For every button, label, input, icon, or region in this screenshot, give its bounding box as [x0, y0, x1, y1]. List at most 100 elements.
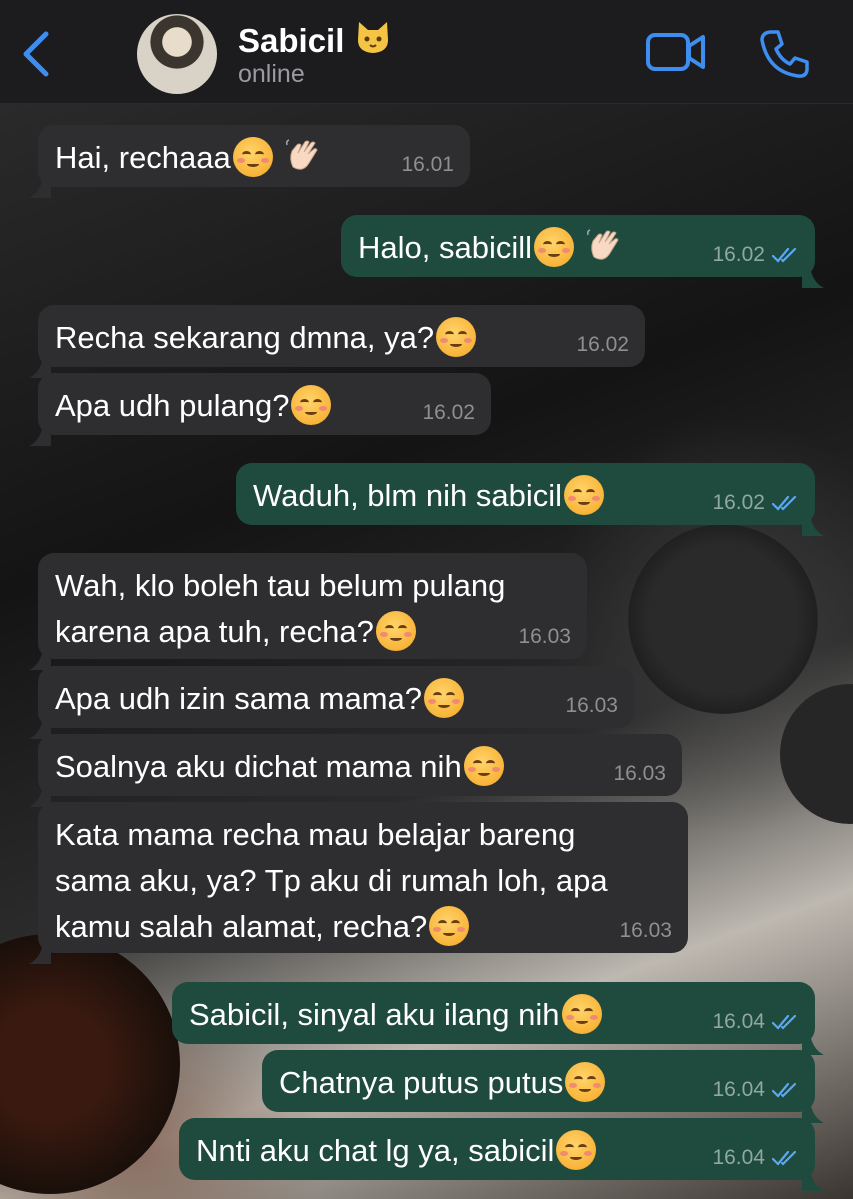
smiling-face-emoji: [561, 993, 602, 1034]
background-wallpaper-plate: [0, 934, 180, 1194]
cat-face-emoji: [357, 22, 388, 53]
timestamp-text: 16.01: [401, 153, 454, 176]
outgoing-message-bubble[interactable]: Chatnya putus putus 16.04: [262, 1050, 824, 1123]
timestamp-text: 16.04: [712, 1010, 765, 1033]
message-text: Wah, klo boleh tau belum pulang: [55, 568, 506, 603]
message-text: Kata mama recha mau belajar bareng: [55, 817, 576, 852]
message-timestamp: 16.04: [712, 1010, 799, 1034]
incoming-message-bubble[interactable]: Wah, klo boleh tau belum pulang karena ap…: [29, 553, 587, 670]
smiling-face-emoji: [375, 610, 416, 651]
message-text-line: Kata mama recha mau belajar bareng: [55, 812, 671, 858]
waving-hand-emoji: [587, 229, 619, 260]
double-check-icon: [771, 1151, 797, 1167]
message-text-line: Soalnya aku dichat mama nih: [55, 744, 665, 790]
message-text: Apa udh izin sama mama?: [55, 681, 423, 716]
timestamp-text: 16.04: [712, 1078, 765, 1101]
timestamp-text: 16.03: [619, 919, 672, 942]
message-text: Hai, rechaaa: [55, 140, 231, 175]
bubble-tail: [29, 345, 51, 378]
incoming-message-bubble[interactable]: Hai, rechaaa 16.01: [29, 125, 470, 198]
message-text: karena apa tuh, recha?: [55, 614, 374, 649]
timestamp-text: 16.03: [565, 694, 618, 717]
bubble-tail: [29, 637, 51, 670]
bubble-tail: [29, 413, 51, 446]
message-text: Soalnya aku dichat mama nih: [55, 749, 462, 784]
video-camera-icon[interactable]: [645, 30, 707, 74]
outgoing-message-bubble[interactable]: Waduh, blm nih sabicil 16.02: [236, 463, 824, 536]
message-timestamp: 16.04: [712, 1078, 799, 1102]
bubble-tail: [29, 931, 51, 964]
message-timestamp: 16.04: [712, 1146, 799, 1170]
message-timestamp: 16.03: [518, 625, 571, 649]
incoming-message-bubble[interactable]: Apa udh pulang? 16.02: [29, 373, 491, 446]
phone-icon[interactable]: [758, 28, 810, 80]
incoming-message-bubble[interactable]: Kata mama recha mau belajar bareng sama a…: [29, 802, 688, 964]
background-wallpaper-knob: [780, 684, 853, 824]
message-text-line: sama aku, ya? Tp aku di rumah loh, apa: [55, 858, 671, 904]
message-text: Nnti aku chat lg ya, sabicil: [196, 1133, 555, 1168]
outgoing-message-bubble[interactable]: Halo, sabicill 16.02: [341, 215, 824, 288]
timestamp-text: 16.03: [518, 625, 571, 648]
timestamp-text: 16.02: [422, 401, 475, 424]
message-timestamp: 16.02: [576, 333, 629, 357]
smiling-face-emoji: [429, 905, 470, 946]
waving-hand-emoji: [285, 139, 318, 170]
message-text: Waduh, blm nih sabicil: [253, 478, 562, 513]
message-text-line: Hai, rechaaa: [55, 135, 453, 181]
smiling-face-emoji: [291, 384, 332, 425]
bubble-tail: [802, 503, 824, 536]
smiling-face-emoji: [565, 1061, 606, 1102]
incoming-message-bubble[interactable]: Apa udh izin sama mama? 16.03: [29, 666, 634, 739]
incoming-message-bubble[interactable]: Soalnya aku dichat mama nih 16.03: [29, 734, 682, 807]
smiling-face-emoji: [463, 745, 504, 786]
message-text: Apa udh pulang?: [55, 388, 290, 423]
message-timestamp: 16.02: [422, 401, 475, 425]
double-check-icon: [771, 496, 797, 512]
message-text: kamu salah alamat, recha?: [55, 909, 428, 944]
smiling-face-emoji: [556, 1129, 597, 1170]
outgoing-message-bubble[interactable]: Nnti aku chat lg ya, sabicil 16.04: [179, 1118, 824, 1191]
message-text-line: Sabicil, sinyal aku ilang nih: [189, 992, 798, 1038]
incoming-message-bubble[interactable]: Recha sekarang dmna, ya? 16.02: [29, 305, 645, 378]
bubble-tail: [802, 1022, 824, 1055]
smiling-face-emoji: [424, 677, 465, 718]
timestamp-text: 16.02: [576, 333, 629, 356]
background-wallpaper: [628, 524, 818, 714]
bubble-tail: [29, 165, 51, 198]
timestamp-text: 16.03: [613, 762, 666, 785]
message-timestamp: 16.03: [565, 694, 618, 718]
message-timestamp: 16.03: [619, 919, 672, 943]
message-timestamp: 16.02: [712, 243, 799, 267]
avatar[interactable]: [137, 14, 217, 94]
bubble-tail: [802, 1158, 824, 1191]
outgoing-message-bubble[interactable]: Sabicil, sinyal aku ilang nih 16.04: [172, 982, 824, 1055]
chevron-left-icon[interactable]: [16, 28, 56, 80]
timestamp-text: 16.02: [712, 243, 765, 266]
message-text: sama aku, ya? Tp aku di rumah loh, apa: [55, 863, 608, 898]
message-text-line: karena apa tuh, recha?: [55, 609, 570, 655]
message-text-line: Apa udh izin sama mama?: [55, 676, 617, 722]
double-check-icon: [771, 1083, 797, 1099]
message-text: Halo, sabicill: [358, 230, 533, 265]
smiling-face-emoji: [534, 226, 575, 267]
message-text: Chatnya putus putus: [279, 1065, 564, 1100]
chat-header: Sabicil online: [0, 0, 853, 104]
message-text: Sabicil, sinyal aku ilang nih: [189, 997, 560, 1032]
message-text-line: Recha sekarang dmna, ya?: [55, 315, 628, 361]
smiling-face-emoji: [436, 316, 477, 357]
smiling-face-emoji: [564, 474, 604, 515]
bubble-tail: [29, 706, 51, 739]
message-text-line: Wah, klo boleh tau belum pulang: [55, 563, 570, 609]
bubble-tail: [802, 255, 824, 288]
double-check-icon: [771, 1015, 797, 1031]
message-text-line: Nnti aku chat lg ya, sabicil: [196, 1128, 798, 1174]
message-text: Recha sekarang dmna, ya?: [55, 320, 435, 355]
message-timestamp: 16.02: [712, 491, 799, 515]
double-check-icon: [771, 248, 797, 264]
smiling-face-emoji: [232, 136, 273, 177]
contact-name[interactable]: Sabicil: [238, 18, 392, 60]
message-timestamp: 16.03: [613, 762, 666, 786]
message-text-line: kamu salah alamat, recha?: [55, 904, 671, 950]
timestamp-text: 16.04: [712, 1146, 765, 1169]
timestamp-text: 16.02: [712, 491, 765, 514]
